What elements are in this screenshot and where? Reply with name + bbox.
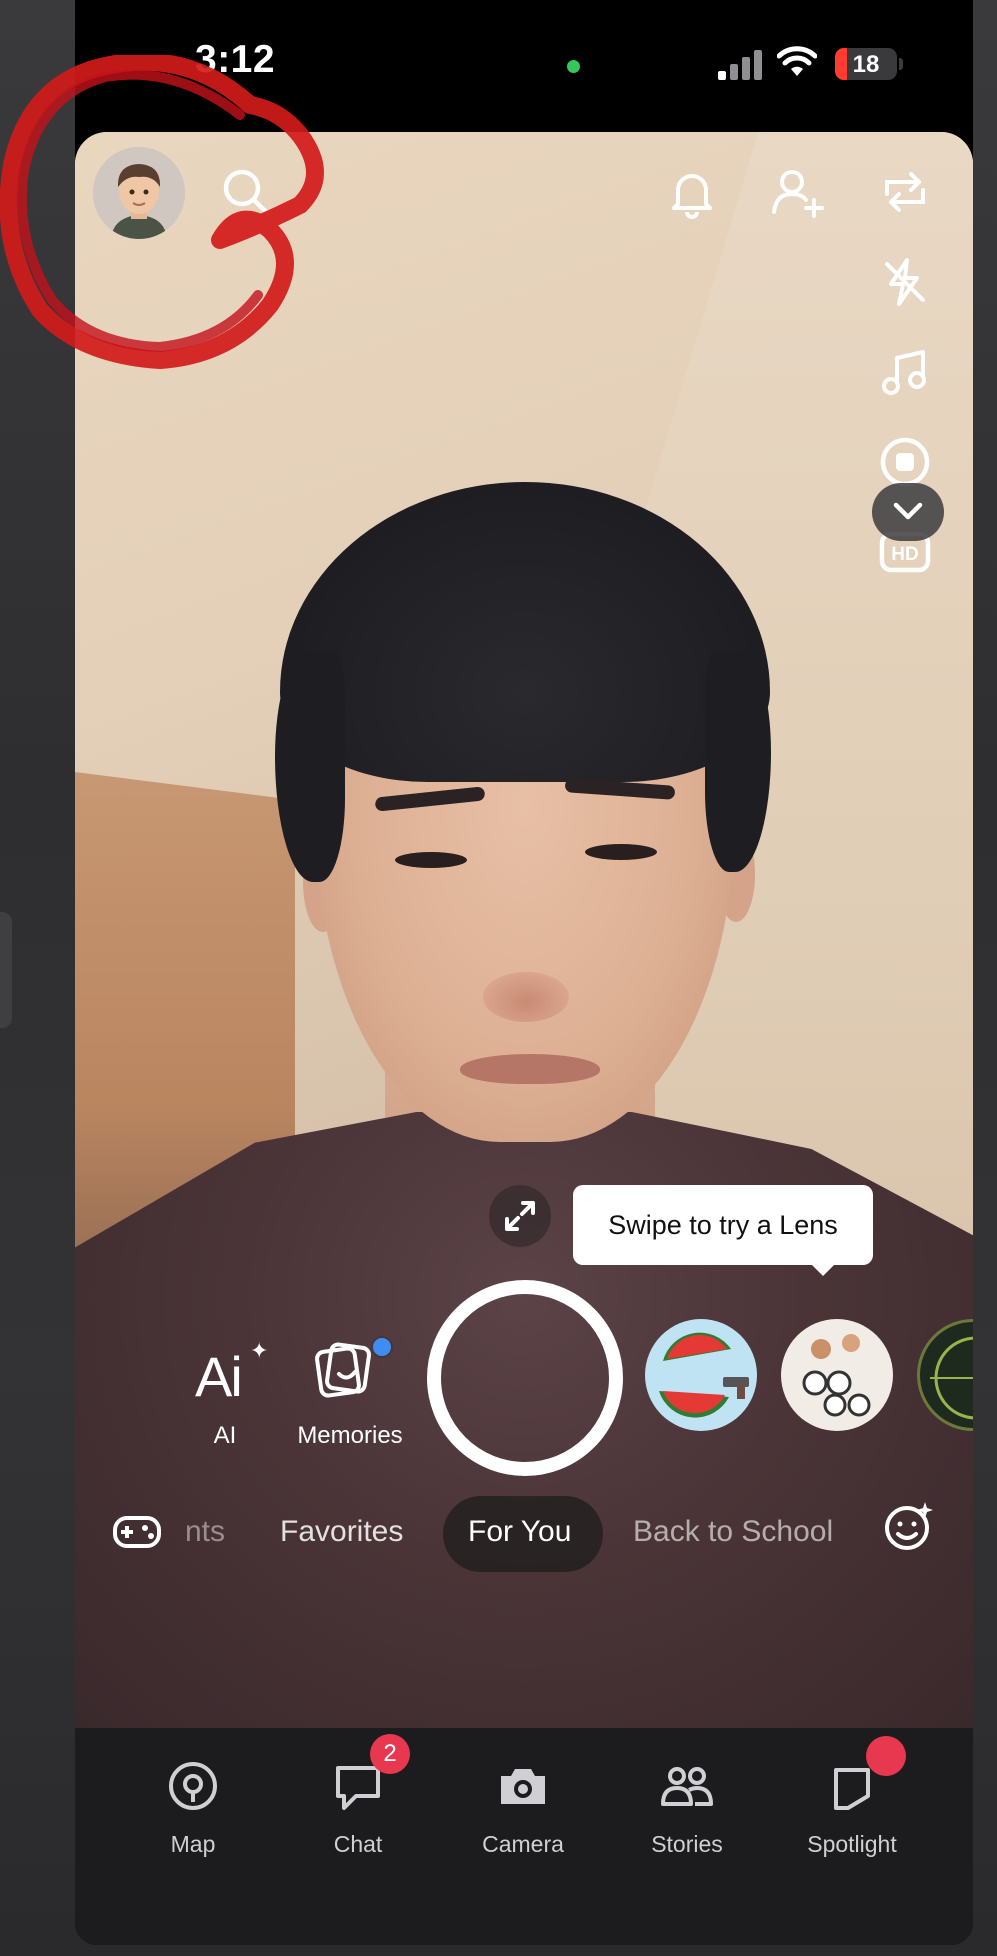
nav-spotlight-label: Spotlight [807,1831,897,1857]
bottom-nav: Map Chat 2 Camera Stories Spotlight [75,1728,973,1945]
watermelon-lens[interactable] [645,1319,757,1431]
nav-chat-label: Chat [333,1831,383,1857]
lens-tooltip-text: Swipe to try a Lens [608,1209,838,1240]
add-friend-icon[interactable] [770,164,826,220]
wifi-icon [777,46,817,76]
nav-chat[interactable]: Chat 2 [283,1734,433,1868]
ai-icon[interactable]: Ai [195,1344,243,1409]
signal-icon [718,50,762,80]
status-time: 3:12 [195,38,276,81]
nav-stories-label: Stories [651,1831,723,1857]
nav-camera-label: Camera [482,1831,564,1857]
memories-notification-dot [371,1336,393,1358]
games-icon[interactable] [111,1506,163,1558]
music-note-icon[interactable] [877,344,933,400]
record-icon[interactable] [877,434,933,490]
expand-arrows-icon [505,1201,535,1231]
chat-badge: 2 [370,1734,410,1774]
nav-stories[interactable]: Stories [612,1758,762,1868]
sparkle-icon: ✦ [250,1338,269,1363]
battery-level: 18 [852,51,880,78]
nav-spotlight[interactable]: Spotlight [777,1736,927,1868]
expand-lenses-button[interactable] [489,1185,551,1247]
create-lens-icon[interactable] [881,1498,937,1554]
profile-avatar[interactable] [93,147,185,239]
bitmoji-icon [93,147,185,239]
lens-tooltip: Swipe to try a Lens [573,1185,873,1265]
nav-map[interactable]: Map [118,1758,268,1868]
nav-map-label: Map [170,1831,216,1857]
spotlight-notification-dot [866,1736,906,1776]
category-back-to-school[interactable]: Back to School [633,1515,851,1549]
camera-viewfinder[interactable]: HD Swipe to try a Lens Ai ✦ AI Memories [75,132,973,1728]
chevron-down-icon [893,502,923,520]
side-handle [0,912,12,1028]
camera-in-use-indicator [567,60,580,73]
flip-camera-icon[interactable] [877,164,933,220]
more-controls-button[interactable] [872,483,944,541]
battery-icon: 18 [835,48,897,80]
category-for-you[interactable]: For You [468,1515,571,1549]
category-events[interactable]: nts [185,1515,225,1549]
phone-screen: 3:12 18 HD Swipe to try a Lens Ai ✦ AI M… [75,0,973,1945]
hd-label: HD [891,544,918,565]
glasses-faces-lens[interactable] [781,1319,893,1431]
capture-button[interactable] [427,1280,623,1476]
map-pin-icon [169,1762,217,1810]
flash-off-icon[interactable] [877,254,933,310]
search-icon[interactable] [218,164,274,220]
camera-icon [501,1769,545,1804]
ai-label: AI [213,1422,237,1449]
stories-icon [661,1767,713,1806]
bell-icon[interactable] [664,164,720,220]
nav-camera[interactable]: Camera [448,1758,598,1868]
memories-icon[interactable] [313,1340,375,1402]
memories-label: Memories [297,1422,403,1449]
lens-tooltip-tail [809,1262,837,1276]
category-favorites[interactable]: Favorites [280,1515,403,1549]
